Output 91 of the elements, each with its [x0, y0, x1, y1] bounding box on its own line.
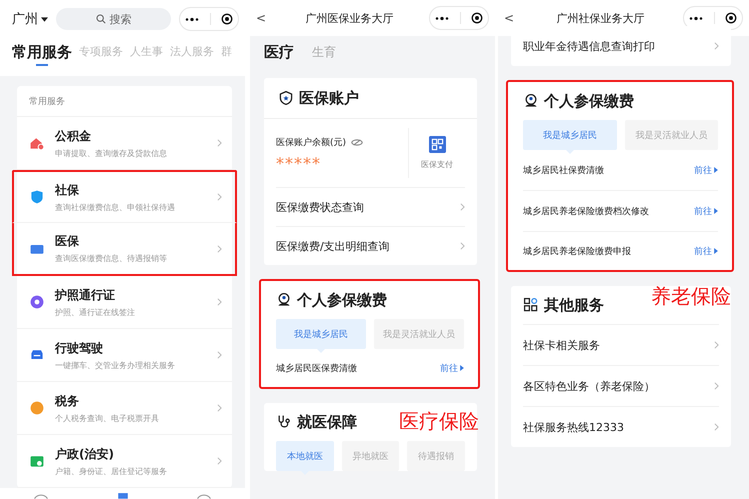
card-title: 个人参保缴费 [297, 290, 388, 310]
service-name: 城乡居民医保费清缴 [276, 362, 358, 374]
hidden-eye-icon[interactable] [351, 138, 364, 146]
menu-link[interactable]: 各区特色业务（养老保险） [523, 365, 720, 406]
service-item[interactable]: 公积金 申请提取、查询缴存及贷款信息 [17, 117, 232, 170]
go-link[interactable]: 前往 [694, 164, 718, 176]
city-selector[interactable]: 广州 [12, 10, 48, 28]
menu-link[interactable]: 职业年金待遇信息查询打印 [523, 26, 720, 66]
tab-bar-icon[interactable] [196, 492, 212, 499]
more-icon[interactable] [185, 16, 200, 22]
service-item[interactable]: 税务 个人税务查询、电子税票开具 [17, 382, 232, 435]
more-icon[interactable] [435, 16, 450, 20]
annotation-label: 养老保险 [651, 283, 732, 310]
chevron-right-icon [714, 42, 720, 50]
triangle-icon [460, 365, 464, 371]
service-icon [29, 453, 45, 469]
service-icon [29, 189, 45, 205]
chevron-right-icon [217, 244, 222, 252]
service-item[interactable]: 护照通行证 护照、通行证在线签注 [17, 276, 232, 329]
chevron-right-icon [460, 203, 466, 211]
chevron-right-icon [714, 382, 720, 390]
shield-icon [278, 90, 294, 106]
chevron-right-icon [217, 298, 222, 306]
service-description: 查询医保缴费信息、待遇报销等 [55, 253, 168, 264]
go-link[interactable]: 前往 [440, 362, 464, 374]
go-link[interactable]: 前往 [694, 204, 718, 218]
service-title: 社保 [55, 182, 80, 198]
chevron-right-icon [217, 404, 222, 412]
service-title: 户政(治安) [55, 446, 115, 462]
service-icon [29, 400, 45, 416]
chevron-right-icon [714, 341, 720, 349]
menu-link[interactable]: 医保缴费状态查询 [276, 187, 466, 226]
triangle-icon [714, 208, 718, 214]
service-description: 个人税务查询、电子税票开具 [55, 412, 160, 424]
service-description: 一键挪车、交管业务办理相关服务 [55, 360, 176, 370]
chevron-right-icon [460, 242, 466, 250]
card-title: 就医保障 [297, 412, 358, 432]
chevron-right-icon [714, 423, 720, 431]
grid-icon [523, 297, 540, 313]
service-name: 城乡居民社保费清缴 [523, 164, 604, 176]
category-tab[interactable]: 常用服务 [12, 44, 72, 68]
close-icon[interactable] [220, 13, 233, 25]
chevron-right-icon [217, 457, 222, 465]
service-item[interactable]: 社保 查询社保缴费信息、申领社保待遇 [12, 170, 238, 223]
service-description: 户籍、身份证、居住登记等服务 [55, 466, 168, 476]
person-icon [523, 93, 540, 109]
back-button[interactable]: < [504, 11, 518, 25]
service-name: 城乡居民养老保险缴费档次修改 [523, 206, 650, 218]
annotation-label: 医疗保险 [399, 408, 480, 435]
back-button[interactable]: < [256, 11, 270, 25]
menu-link[interactable]: 社保服务热线12333 [523, 406, 720, 447]
chevron-right-icon [217, 193, 222, 201]
masked-balance: ***** [276, 156, 322, 170]
service-title: 护照通行证 [55, 286, 116, 304]
pay-button[interactable]: 医保支付 [409, 136, 466, 170]
service-title: 公积金 [55, 128, 92, 144]
service-description: 申请提取、查询缴存及贷款信息 [55, 148, 168, 158]
card-title: 医保账户 [299, 88, 360, 108]
close-icon[interactable] [470, 12, 483, 24]
caret-icon [41, 16, 48, 22]
service-description: 护照、通行证在线签注 [55, 306, 136, 318]
section-title: 常用服务 [17, 86, 232, 117]
service-title: 行驶驾驶 [55, 340, 104, 356]
go-link[interactable]: 前往 [694, 244, 718, 258]
tab-bar-icon[interactable] [32, 492, 49, 499]
search-field[interactable]: 搜索 [56, 8, 172, 30]
close-icon[interactable] [724, 12, 737, 24]
service-icon [29, 294, 45, 310]
person-icon [276, 292, 292, 308]
service-title: 税务 [55, 392, 80, 410]
page-title: 广州社保业务大厅 [556, 10, 646, 26]
menu-link[interactable]: 医保缴费/支出明细查询 [276, 226, 466, 265]
card-title: 其他服务 [544, 296, 604, 314]
triangle-icon [714, 167, 718, 173]
service-title: 医保 [55, 233, 80, 250]
service-item[interactable]: 行驶驾驶 一键挪车、交管业务办理相关服务 [17, 329, 232, 382]
service-item[interactable]: 医保 查询医保缴费信息、待遇报销等 [12, 223, 238, 276]
service-name: 城乡居民养老保险缴费申报 [523, 246, 632, 258]
stethoscope-icon [276, 414, 292, 430]
page-title: 广州医保业务大厅 [304, 10, 395, 26]
service-icon [29, 135, 45, 151]
balance-label: 医保账户余额(元) [276, 136, 346, 148]
menu-link[interactable]: 社保卡相关服务 [523, 324, 720, 365]
chevron-right-icon [217, 351, 222, 359]
card-title: 个人参保缴费 [544, 92, 634, 110]
triangle-icon [714, 248, 718, 254]
search-icon [96, 14, 106, 24]
qr-code-icon [428, 136, 446, 153]
chevron-right-icon [217, 139, 222, 147]
service-description: 查询社保缴费信息、申领社保待遇 [55, 202, 176, 212]
more-icon[interactable] [689, 16, 704, 20]
